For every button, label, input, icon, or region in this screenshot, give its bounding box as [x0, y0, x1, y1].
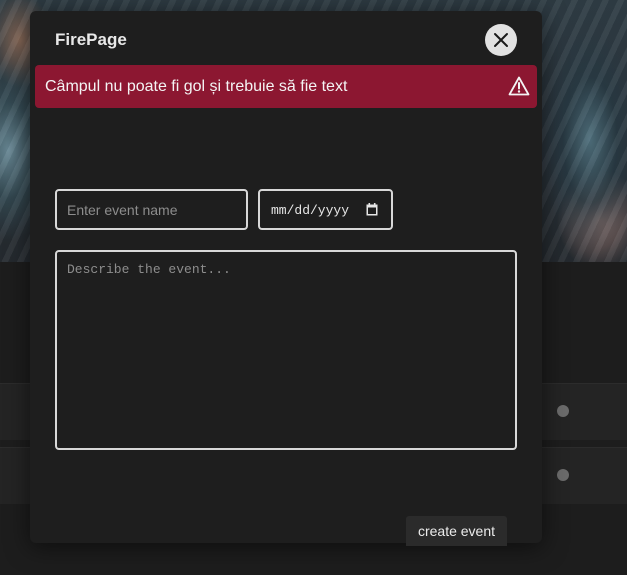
close-icon	[494, 33, 508, 47]
calendar-icon[interactable]	[366, 203, 378, 216]
modal-title: FirePage	[55, 30, 127, 49]
event-date-input[interactable]: mm/dd/yyyy	[258, 189, 393, 230]
background-dot-icon	[557, 469, 569, 481]
error-alert: Câmpul nu poate fi gol și trebuie să fie…	[35, 65, 537, 108]
event-name-input[interactable]	[55, 189, 248, 230]
event-description-textarea[interactable]	[55, 250, 517, 450]
background-dot-icon	[557, 405, 569, 417]
date-placeholder: mm/dd/yyyy	[271, 203, 350, 218]
create-event-button[interactable]: create event	[406, 516, 507, 546]
create-event-modal: FirePage Câmpul nu poate fi gol și trebu…	[30, 11, 542, 546]
warning-triangle-icon	[508, 76, 530, 96]
close-button[interactable]	[485, 24, 517, 56]
alert-message: Câmpul nu poate fi gol și trebuie să fie…	[45, 78, 348, 95]
